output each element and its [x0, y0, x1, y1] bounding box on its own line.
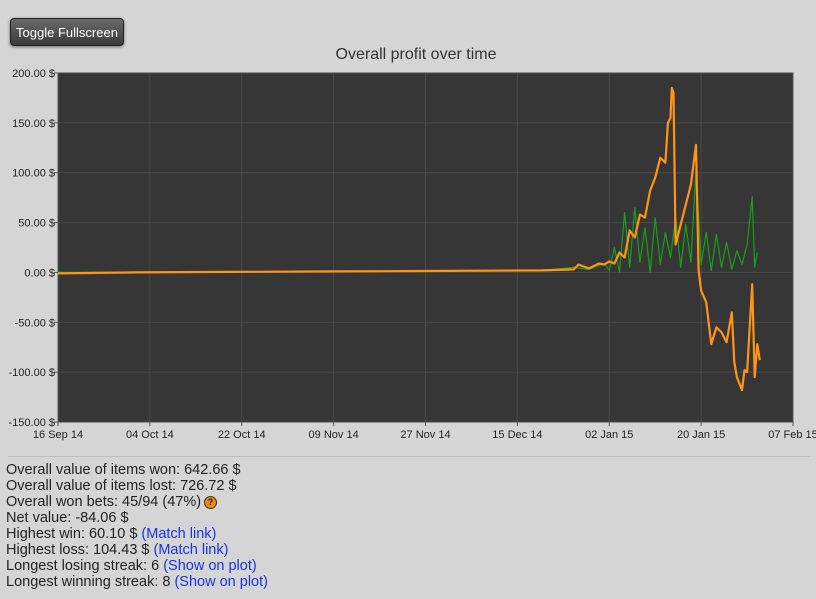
stat-highest-win-row: Highest win: 60.10 $ (Match link)	[6, 526, 268, 542]
y-tick-label: 150.00 $	[12, 118, 55, 130]
stat-winning-streak: Longest winning streak: 8	[6, 574, 171, 590]
x-tick-label: 09 Nov 14	[309, 429, 359, 441]
x-tick-label: 02 Jan 15	[585, 429, 633, 441]
winning-streak-show-link[interactable]: (Show on plot)	[174, 574, 268, 590]
stats-panel: Overall value of items won: 642.66 $ Ove…	[6, 462, 268, 590]
highest-loss-match-link[interactable]: (Match link)	[154, 542, 229, 558]
losing-streak-show-link[interactable]: (Show on plot)	[163, 558, 257, 574]
stat-items-won: Overall value of items won: 642.66 $	[6, 462, 241, 478]
profit-chart: 200.00 $ 150.00 $ 100.00 $ 50.00 $ 0.00 $ -50…	[9, 68, 816, 441]
x-tick-label: 27 Nov 14	[400, 429, 450, 441]
y-tick-label: -100.00 $	[9, 367, 55, 379]
stat-net-value: Net value: -84.06 $	[6, 510, 129, 526]
x-tick-label: 15 Dec 14	[492, 429, 542, 441]
stat-losing-streak-row: Longest losing streak: 6 (Show on plot)	[6, 558, 268, 574]
toggle-fullscreen-button[interactable]: Toggle Fullscreen	[10, 18, 124, 46]
x-tick-label: 04 Oct 14	[126, 429, 174, 441]
x-tick-label: 22 Oct 14	[218, 429, 266, 441]
stat-highest-loss: Highest loss: 104.43 $	[6, 542, 150, 558]
help-icon[interactable]: ?	[204, 495, 218, 509]
x-tick-label: 07 Feb 15	[768, 429, 816, 441]
highest-win-match-link[interactable]: (Match link)	[141, 526, 216, 542]
x-tick-label: 20 Jan 15	[677, 429, 725, 441]
y-tick-label: -150.00 $	[9, 417, 55, 429]
y-tick-label: 0.00 $	[24, 267, 55, 279]
y-tick-label: 50.00 $	[18, 218, 55, 230]
stat-won-bets: Overall won bets: 45/94 (47%)	[6, 494, 202, 510]
divider	[8, 456, 810, 457]
stat-highest-win: Highest win: 60.10 $	[6, 526, 138, 542]
y-tick-label: 100.00 $	[12, 168, 55, 180]
stat-highest-loss-row: Highest loss: 104.43 $ (Match link)	[6, 542, 268, 558]
stat-losing-streak: Longest losing streak: 6	[6, 558, 160, 574]
stat-winning-streak-row: Longest winning streak: 8 (Show on plot)	[6, 574, 268, 590]
y-tick-label: 200.00 $	[12, 68, 55, 80]
y-tick-label: -50.00 $	[15, 317, 55, 329]
stat-won-bets-row: Overall won bets: 45/94 (47%)?	[6, 494, 268, 510]
x-tick-label: 16 Sep 14	[33, 429, 83, 441]
stat-items-lost: Overall value of items lost: 726.72 $	[6, 478, 237, 494]
